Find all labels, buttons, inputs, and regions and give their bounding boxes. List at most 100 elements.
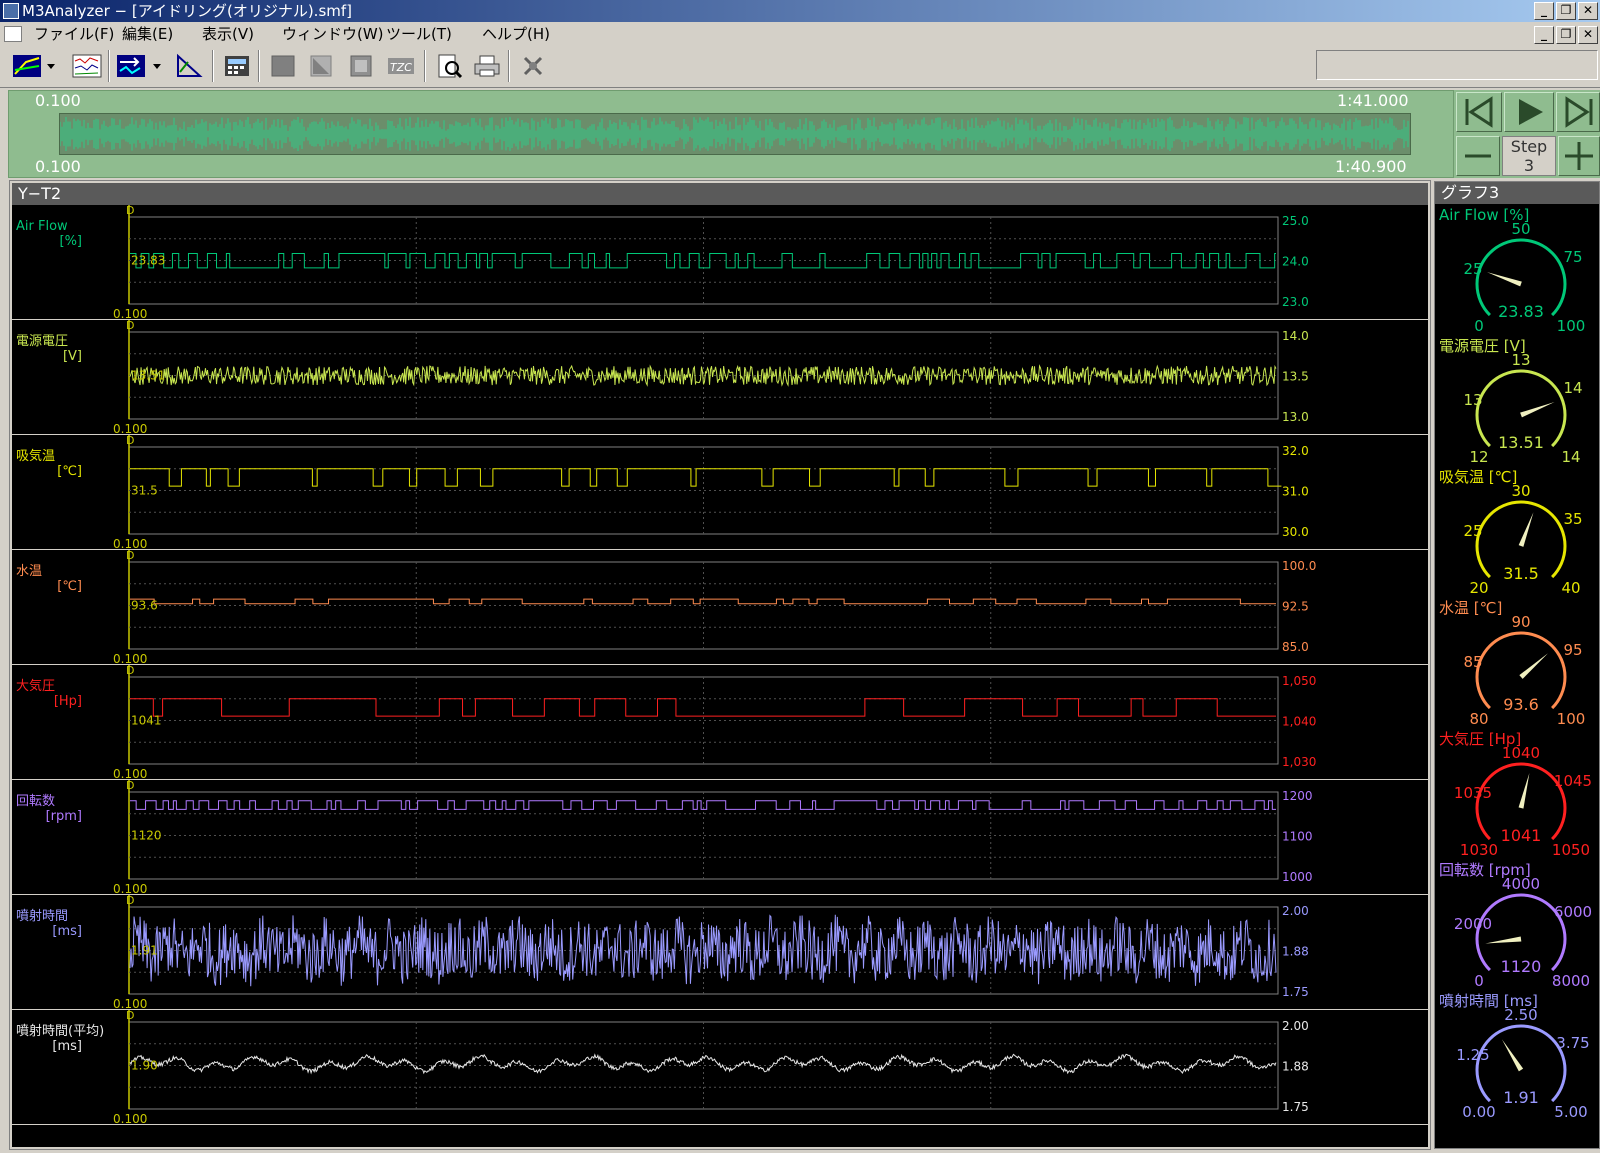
y-tick-label: 13.5 xyxy=(1282,370,1309,384)
yt-graph-panel: Y−T2 D 25.0 24.0 23.0 0.100 Air Flow [%] 23.83 D… xyxy=(9,180,1431,1150)
channel-unit: [rpm] xyxy=(46,809,82,824)
gauge-tick-mid: 90 xyxy=(1511,613,1530,631)
cursor-marker: D xyxy=(126,320,134,332)
timeline-overview-strip[interactable] xyxy=(59,113,1411,155)
play-button[interactable] xyxy=(1504,92,1554,132)
y-tick-label: 92.5 xyxy=(1282,600,1309,614)
channel-unit: [ms] xyxy=(52,924,82,939)
menu-help[interactable]: ヘルプ(H) xyxy=(482,22,550,46)
gauge-tick-mid: 50 xyxy=(1511,220,1530,238)
menu-window[interactable]: ウィンドウ(W) xyxy=(282,22,384,46)
gauge-tick-max: 100 xyxy=(1557,317,1586,335)
gauge-tick-q1: 2000 xyxy=(1454,915,1492,933)
gauge-tick-mid: 30 xyxy=(1511,482,1530,500)
y-tick-label: 1,050 xyxy=(1282,674,1316,688)
yt-channel-row[interactable]: D 100.0 92.5 85.0 0.100 水温 [℃] 93.6 xyxy=(12,550,1428,665)
gauge-tick-min: 12 xyxy=(1469,448,1488,466)
channel-name: 大気圧 xyxy=(16,678,55,694)
menu-edit[interactable]: 編集(E) xyxy=(122,22,173,46)
yt-channel-row[interactable]: D 32.0 31.0 30.0 0.100 吸気温 [℃] 31.5 xyxy=(12,435,1428,550)
yt-channel-row[interactable]: D 25.0 24.0 23.0 0.100 Air Flow [%] 23.83 xyxy=(12,205,1428,320)
calculator-icon[interactable] xyxy=(222,52,252,80)
square-filled-icon[interactable] xyxy=(268,52,298,80)
channel-name: 噴射時間(平均) xyxy=(16,1023,104,1039)
gauge-tick-mid: 4000 xyxy=(1502,875,1540,893)
cursor-value: 1.91 xyxy=(131,944,158,958)
gauge-tick-q3: 6000 xyxy=(1554,903,1592,921)
gauge-panel-title: グラフ3 xyxy=(1435,182,1599,204)
step-decrease-button[interactable] xyxy=(1456,136,1500,176)
channel-unit: [℃] xyxy=(57,464,82,479)
channel-name: 水温 xyxy=(16,564,42,579)
yt-channel-row[interactable]: D 1,050 1,040 1,030 0.100 大気圧 [Hp] 1041 xyxy=(12,665,1428,780)
dropdown-arrow-icon[interactable] xyxy=(44,52,58,80)
channel-name: Air Flow xyxy=(16,219,68,234)
cursor-value: 1.90 xyxy=(131,1059,158,1073)
svg-text:TZC: TZC xyxy=(390,61,412,74)
menu-view[interactable]: 表示(V) xyxy=(202,22,254,46)
step-forward-button[interactable] xyxy=(1556,92,1600,132)
window-title: M3Analyzer − [アイドリング(オリジナル).smf] xyxy=(22,2,352,20)
y-tick-label: 13.0 xyxy=(1282,410,1309,424)
document-icon[interactable] xyxy=(4,26,22,42)
exchange-icon[interactable] xyxy=(116,52,146,80)
yt-channel-row[interactable]: D 14.0 13.5 13.0 0.100 電源電圧 [V] 13.51 xyxy=(12,320,1428,435)
triangle-box-icon[interactable] xyxy=(306,52,336,80)
y-tick-label: 1000 xyxy=(1282,870,1313,884)
gauge-needle xyxy=(1501,1039,1524,1072)
cursor-marker: D xyxy=(126,205,134,217)
app-icon xyxy=(3,3,19,19)
y-tick-label: 25.0 xyxy=(1282,214,1309,228)
gauge-value: 1.91 xyxy=(1503,1088,1539,1107)
restore-button[interactable]: ❐ xyxy=(1556,2,1576,20)
gauge-tick-min: 20 xyxy=(1469,579,1488,597)
yt-graph-icon[interactable] xyxy=(12,52,42,80)
ruler-icon[interactable] xyxy=(174,52,204,80)
dropdown-arrow-icon[interactable] xyxy=(150,52,164,80)
gauge-tick-q3: 95 xyxy=(1563,641,1582,659)
gauge-tick-q1: 85 xyxy=(1463,653,1482,671)
gauge-tick-mid: 13 xyxy=(1511,351,1530,369)
gauge-meter: 大気圧 [Hp] 1040 1035 1045 1030 1050 1041 xyxy=(1435,728,1600,859)
cursor-marker: D xyxy=(126,665,134,677)
gauge-tick-min: 0.00 xyxy=(1462,1103,1495,1121)
y-tick-label: 1.88 xyxy=(1282,945,1309,959)
y-tick-label: 2.00 xyxy=(1282,904,1309,918)
menu-file[interactable]: ファイル(F) xyxy=(34,22,114,46)
cursor-marker: D xyxy=(126,435,134,447)
gauge-needle xyxy=(1518,512,1534,547)
menu-bar: ファイル(F) 編集(E) 表示(V) ウィンドウ(W) ツール(T) ヘルプ(… xyxy=(0,22,1600,46)
y-tick-label: 31.0 xyxy=(1282,485,1309,499)
time-start-label: 0.100 xyxy=(113,422,147,435)
yt-channel-row[interactable]: D 1200 1100 1000 0.100 回転数 [rpm] 1120 xyxy=(12,780,1428,895)
multi-graph-icon[interactable] xyxy=(72,52,102,80)
menu-tools[interactable]: ツール(T) xyxy=(386,22,452,46)
step-increase-button[interactable] xyxy=(1558,136,1600,176)
tool-x-icon[interactable] xyxy=(518,52,548,80)
channel-unit: [ms] xyxy=(52,1039,82,1054)
gauge-tick-min: 0 xyxy=(1474,972,1484,990)
gauge-tick-q1: 25 xyxy=(1463,522,1482,540)
tzc-icon[interactable]: TZC xyxy=(386,52,416,80)
yt-channel-row[interactable]: D 2.00 1.88 1.75 0.100 噴射時間 [ms] 1.91 xyxy=(12,895,1428,1010)
gauge-tick-max: 1050 xyxy=(1552,841,1590,859)
gauge-tick-mid: 1040 xyxy=(1502,744,1540,762)
gauge-meter: 回転数 [rpm] 4000 2000 6000 0 8000 1120 xyxy=(1435,859,1600,990)
mdi-close-button[interactable]: ✕ xyxy=(1578,26,1598,44)
step-back-button[interactable] xyxy=(1456,92,1502,132)
frame-box-icon[interactable] xyxy=(346,52,376,80)
minimize-button[interactable]: _ xyxy=(1534,2,1554,20)
timeline-panel: 0.100 1:41.000 0.100 1:40.900 xyxy=(8,90,1454,178)
print-preview-icon[interactable] xyxy=(434,52,464,80)
print-icon[interactable] xyxy=(472,52,502,80)
y-tick-label: 1,040 xyxy=(1282,715,1316,729)
gauge-tick-q3: 75 xyxy=(1563,248,1582,266)
y-tick-label: 23.0 xyxy=(1282,295,1309,309)
mdi-restore-button[interactable]: ❐ xyxy=(1556,26,1576,44)
close-button[interactable]: ✕ xyxy=(1578,2,1598,20)
time-start-label: 0.100 xyxy=(113,997,147,1010)
step-label: Step xyxy=(1510,137,1548,156)
gauge-value: 23.83 xyxy=(1498,302,1544,321)
yt-channel-row[interactable]: D 2.00 1.88 1.75 0.100 噴射時間(平均) [ms] 1.90 xyxy=(12,1010,1428,1125)
mdi-minimize-button[interactable]: _ xyxy=(1534,26,1554,44)
